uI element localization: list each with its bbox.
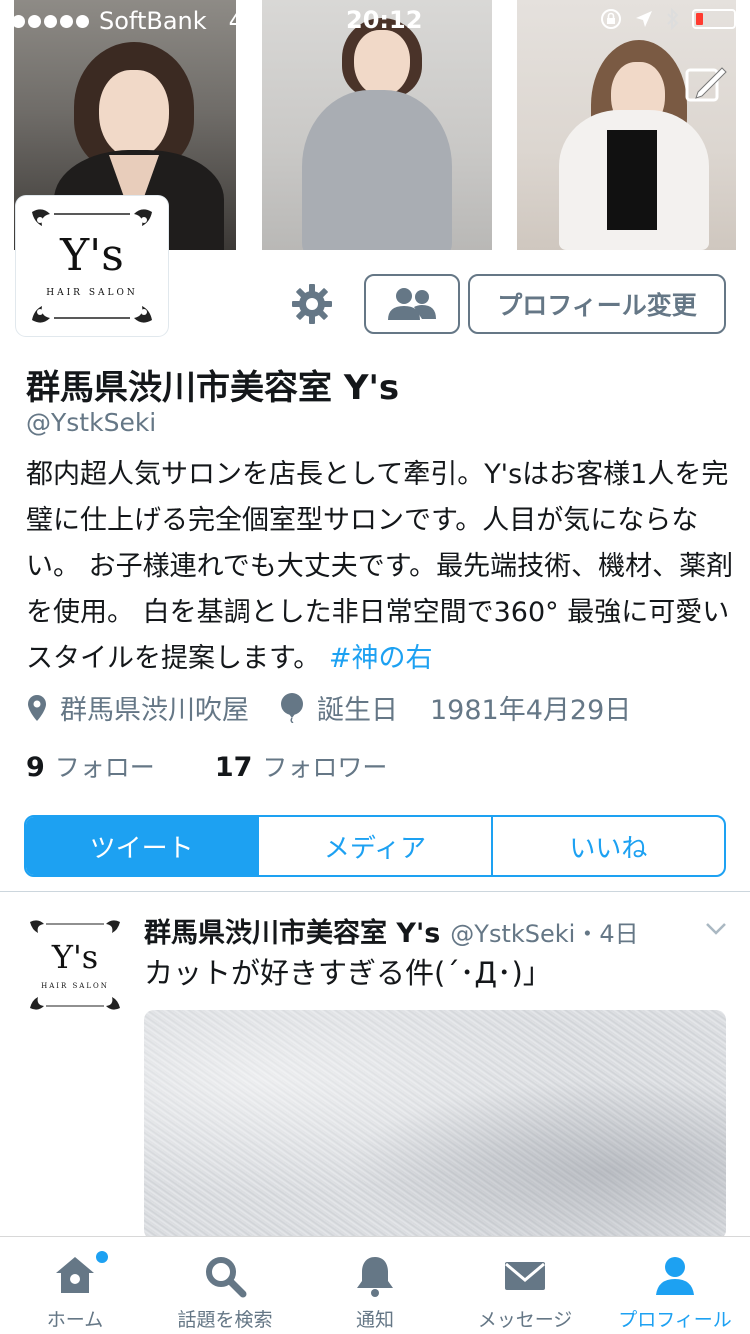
location-arrow-icon [636, 11, 652, 27]
tabbar-profile[interactable]: プロフィール [600, 1237, 750, 1334]
balloon-icon [281, 692, 303, 723]
tweet-media-image[interactable] [144, 1010, 726, 1240]
tabbar-notifications[interactable]: 通知 [300, 1237, 450, 1334]
orientation-lock-icon [601, 9, 621, 29]
tweet-handle-time: @YstkSeki・4日 [450, 920, 639, 948]
chevron-down-icon[interactable] [704, 918, 728, 938]
tweet-avatar-subtext: HAIR SALON [41, 982, 109, 990]
people-icon [388, 288, 436, 320]
tabbar-messages-label: メッセージ [477, 1309, 573, 1331]
profile-avatar[interactable]: Y's HAIR SALON [16, 196, 168, 336]
battery-icon [692, 9, 740, 29]
following-label: フォロー [54, 753, 155, 782]
status-time: 20:12 [346, 6, 423, 34]
profile-bio: 都内超人気サロンを店長として牽引。Y'sはお客様1人を完璧に仕上げる完全個室型サ… [26, 452, 736, 682]
bell-icon [357, 1257, 393, 1297]
search-icon [206, 1257, 247, 1298]
tweet-header: 群馬県渋川市美容室 Y's @YstkSeki・4日 [144, 911, 639, 950]
envelope-icon [505, 1262, 545, 1290]
tabbar-notifications-label: 通知 [355, 1309, 394, 1331]
followers-count: 17 [214, 752, 253, 783]
avatar-logo-text: Y's [60, 230, 124, 281]
profile-tabs: ツイート メディア いいね [24, 815, 726, 877]
person-icon [656, 1257, 694, 1295]
edit-profile-button[interactable]: プロフィール変更 [468, 274, 726, 334]
bio-hashtag-link[interactable]: #神の右 [329, 643, 433, 674]
tweet-avatar-text: Y's [51, 938, 99, 976]
tabbar-messages[interactable]: メッセージ [450, 1237, 600, 1334]
tabbar-search[interactable]: 話題を検索 [150, 1237, 300, 1334]
tabbar-home-label: ホーム [46, 1309, 104, 1331]
followers-link[interactable]: 17 フォロワー [215, 748, 388, 784]
tab-tweets[interactable]: ツイート [26, 817, 260, 875]
bluetooth-icon [667, 8, 679, 30]
followers-label: フォロワー [262, 753, 388, 782]
bio-text: 都内超人気サロンを店長として牽引。Y'sはお客様1人を完璧に仕上げる完全個室型サ… [26, 459, 734, 674]
tweet-avatar[interactable]: Y's HAIR SALON [26, 918, 124, 1012]
network-type: 4G [228, 7, 263, 35]
edit-header-icon[interactable] [684, 62, 728, 106]
following-count: 9 [26, 752, 45, 783]
tab-likes[interactable]: いいね [493, 817, 724, 875]
tweet-author-name[interactable]: 群馬県渋川市美容室 Y's [144, 911, 440, 950]
bottom-tab-bar: ホーム 話題を検索 通知 メッセージ プロフィール [0, 1236, 750, 1334]
follow-counts: 9 フォロー 17 フォロワー [26, 748, 447, 784]
birthday-label: 誕生日 [317, 695, 398, 726]
following-link[interactable]: 9 フォロー [26, 748, 155, 784]
profile-meta: 群馬県渋川吹屋 誕生日 1981年4月29日 [26, 688, 661, 727]
carrier-name: SoftBank [99, 7, 207, 35]
tabbar-profile-label: プロフィール [618, 1309, 732, 1331]
profile-location: 群馬県渋川吹屋 [60, 695, 249, 726]
status-bar: SoftBank 4G 20:12 [0, 0, 750, 40]
divider [0, 891, 750, 892]
profile-name: 群馬県渋川市美容室 Y's [26, 368, 400, 408]
home-icon [56, 1257, 94, 1293]
location-pin-icon [28, 694, 46, 721]
settings-gear-icon[interactable] [290, 282, 334, 326]
profile-handle: @YstkSeki [26, 408, 157, 437]
avatar-logo-subtext: HAIR SALON [46, 288, 138, 298]
tweet-text: カットが好きすぎる件(´･Д･)」 [144, 956, 552, 990]
tab-media[interactable]: メディア [259, 817, 493, 875]
signal-strength-icon [12, 14, 89, 28]
people-button[interactable] [364, 274, 460, 334]
notification-dot [96, 1251, 108, 1263]
tabbar-home[interactable]: ホーム [0, 1237, 150, 1334]
tabbar-search-label: 話題を検索 [177, 1309, 273, 1331]
birthday-date: 1981年4月29日 [430, 695, 632, 726]
